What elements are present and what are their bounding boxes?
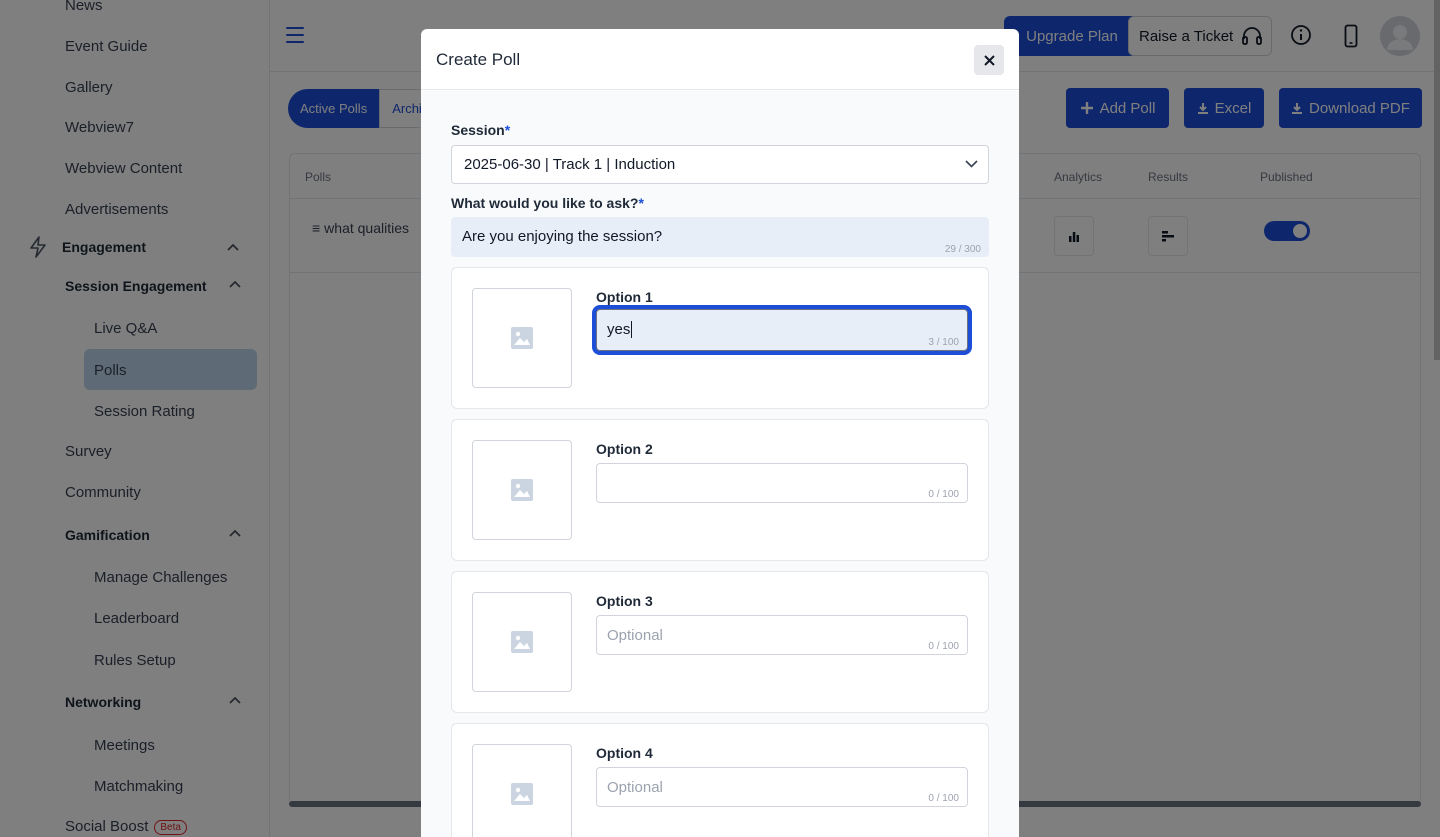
option-label: Option 2 [596,441,653,457]
option-placeholder: Optional [607,779,663,796]
question-label: What would you like to ask?* [451,195,644,211]
option-label: Option 4 [596,745,653,761]
option-card: Option 4 Optional 0 / 100 [451,723,989,837]
option-value: yes [607,321,631,338]
image-icon [511,631,533,653]
option-counter: 0 / 100 [928,489,959,500]
close-icon [983,54,995,66]
modal-header: Create Poll [421,29,1019,90]
modal-title: Create Poll [436,50,521,69]
session-value: 2025-06-30 | Track 1 | Induction [464,156,676,173]
option-image-upload[interactable] [472,288,572,388]
option-card: Option 2 0 / 100 [451,419,989,561]
option-input[interactable]: Optional 0 / 100 [596,615,968,655]
question-input[interactable]: Are you enjoying the session? 29 / 300 [451,217,989,257]
modal-body: Session* 2025-06-30 | Track 1 | Inductio… [421,91,1019,837]
option-label: Option 1 [596,289,653,305]
option-counter: 0 / 100 [928,793,959,804]
option-image-upload[interactable] [472,744,572,837]
session-select[interactable]: 2025-06-30 | Track 1 | Induction [451,145,989,184]
option-label: Option 3 [596,593,653,609]
image-icon [511,327,533,349]
option-input[interactable]: 0 / 100 [596,463,968,503]
question-label-text: What would you like to ask? [451,195,639,211]
option-counter: 3 / 100 [928,337,959,348]
option-placeholder: Optional [607,627,663,644]
session-label: Session* [451,122,511,138]
option-input[interactable]: Optional 0 / 100 [596,767,968,807]
option-counter: 0 / 100 [928,641,959,652]
option-image-upload[interactable] [472,592,572,692]
image-icon [511,479,533,501]
option-card: Option 1 yes 3 / 100 [451,267,989,409]
image-icon [511,783,533,805]
option-image-upload[interactable] [472,440,572,540]
create-poll-modal: Create Poll Session* 2025-06-30 | Track … [421,29,1019,837]
close-button[interactable] [974,45,1004,75]
option-card: Option 3 Optional 0 / 100 [451,571,989,713]
question-value: Are you enjoying the session? [462,228,663,245]
question-counter: 29 / 300 [944,244,981,255]
session-label-text: Session [451,122,505,138]
option-input[interactable]: yes 3 / 100 [596,309,968,351]
chevron-down-icon [965,160,978,168]
